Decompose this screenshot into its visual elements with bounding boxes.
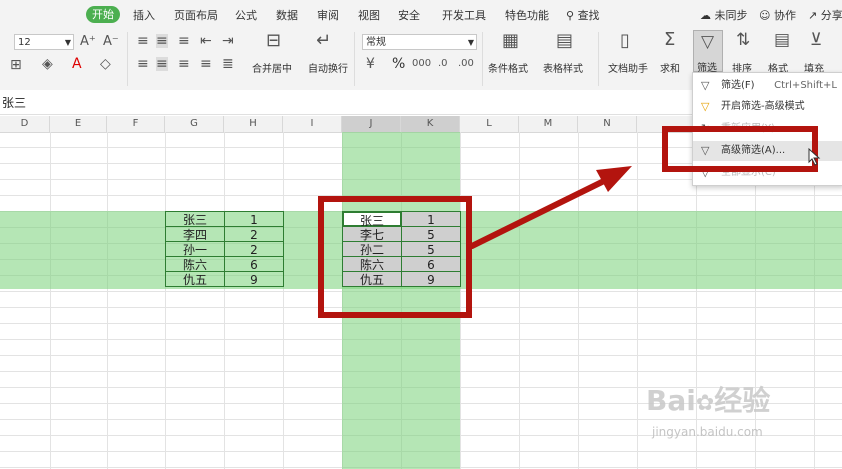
watermark-url: jingyan.baidu.com [652,425,763,439]
watermark-brand: Bai✿经验 [646,384,771,417]
paw-icon: ✿ [695,391,715,416]
mouse-cursor-icon [808,148,821,166]
baidu-watermark: Bai✿经验 jingyan.baidu.com [642,375,842,455]
